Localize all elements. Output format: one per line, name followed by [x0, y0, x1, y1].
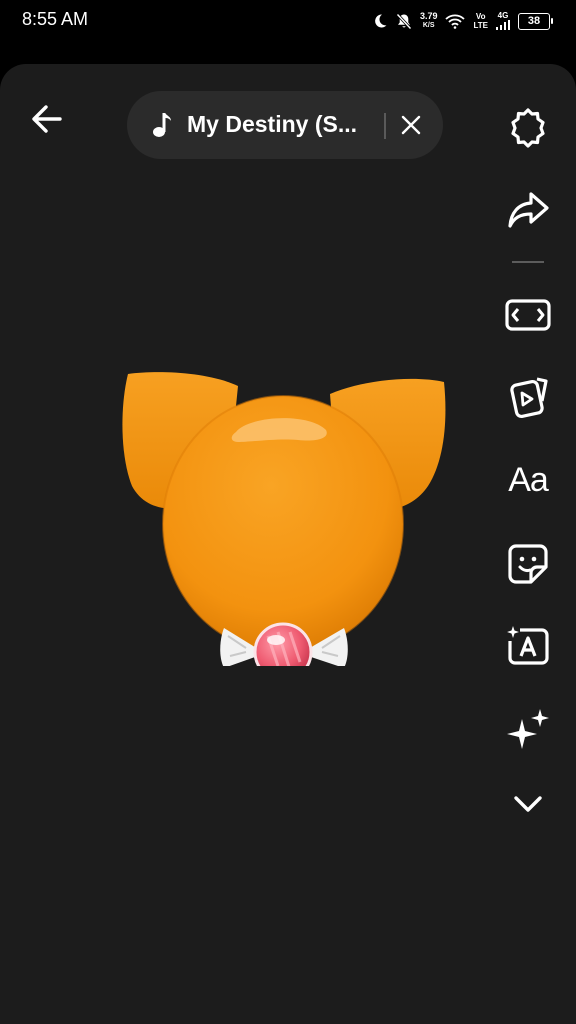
status-time: 8:55 AM — [22, 9, 89, 29]
settings-button[interactable] — [500, 102, 556, 154]
signal-icon — [496, 19, 510, 30]
text-button[interactable]: Aa — [500, 454, 556, 506]
share-button[interactable] — [500, 184, 556, 236]
music-pill[interactable]: My Destiny (S... — [127, 91, 443, 159]
close-icon[interactable] — [399, 113, 423, 137]
share-arrow-icon — [508, 192, 549, 228]
caption-a-icon — [507, 626, 549, 665]
gear-icon — [511, 108, 545, 148]
pill-divider — [384, 113, 386, 139]
arrow-left-icon[interactable] — [26, 98, 68, 140]
network-indicator: 4G — [496, 11, 510, 32]
chevron-down-icon — [514, 796, 542, 812]
aspect-ratio-icon — [505, 299, 551, 331]
volte-indicator: Vo LTE — [473, 12, 488, 30]
bell-muted-icon — [396, 12, 412, 30]
captions-button[interactable] — [500, 620, 556, 672]
wifi-icon — [445, 14, 466, 29]
battery-level: 38 — [527, 15, 541, 27]
sticker-button[interactable] — [500, 538, 556, 590]
music-note-icon — [153, 113, 171, 137]
sparkle-icon — [507, 709, 549, 749]
net-speed: 3.79 K/S — [420, 12, 438, 30]
play-cards-icon — [510, 377, 548, 419]
battery-indicator: 38 — [518, 12, 553, 30]
more-button[interactable] — [500, 778, 556, 830]
volte-top: Vo — [475, 12, 486, 21]
story-editor: My Destiny (S... Aa — [0, 64, 576, 1024]
net-speed-unit: K/S — [422, 22, 435, 29]
tool-divider — [512, 261, 544, 263]
music-title[interactable]: My Destiny (S... — [187, 111, 357, 138]
effects-button[interactable] — [500, 704, 556, 756]
status-bar: 8:55 AM 3.79 K/S Vo LTE 4G 38 — [0, 0, 576, 42]
sticker-icon — [508, 544, 548, 584]
net-speed-value: 3.79 — [419, 11, 438, 21]
video-button[interactable] — [500, 371, 556, 423]
aspect-ratio-button[interactable] — [500, 289, 556, 341]
text-tool-label: Aa — [508, 460, 549, 499]
status-icons: 3.79 K/S Vo LTE 4G 38 — [372, 8, 553, 34]
volte-bottom: LTE — [473, 21, 488, 30]
orange-cat-sticker[interactable] — [118, 366, 454, 666]
network-type: 4G — [497, 10, 509, 20]
moon-icon — [375, 14, 387, 28]
